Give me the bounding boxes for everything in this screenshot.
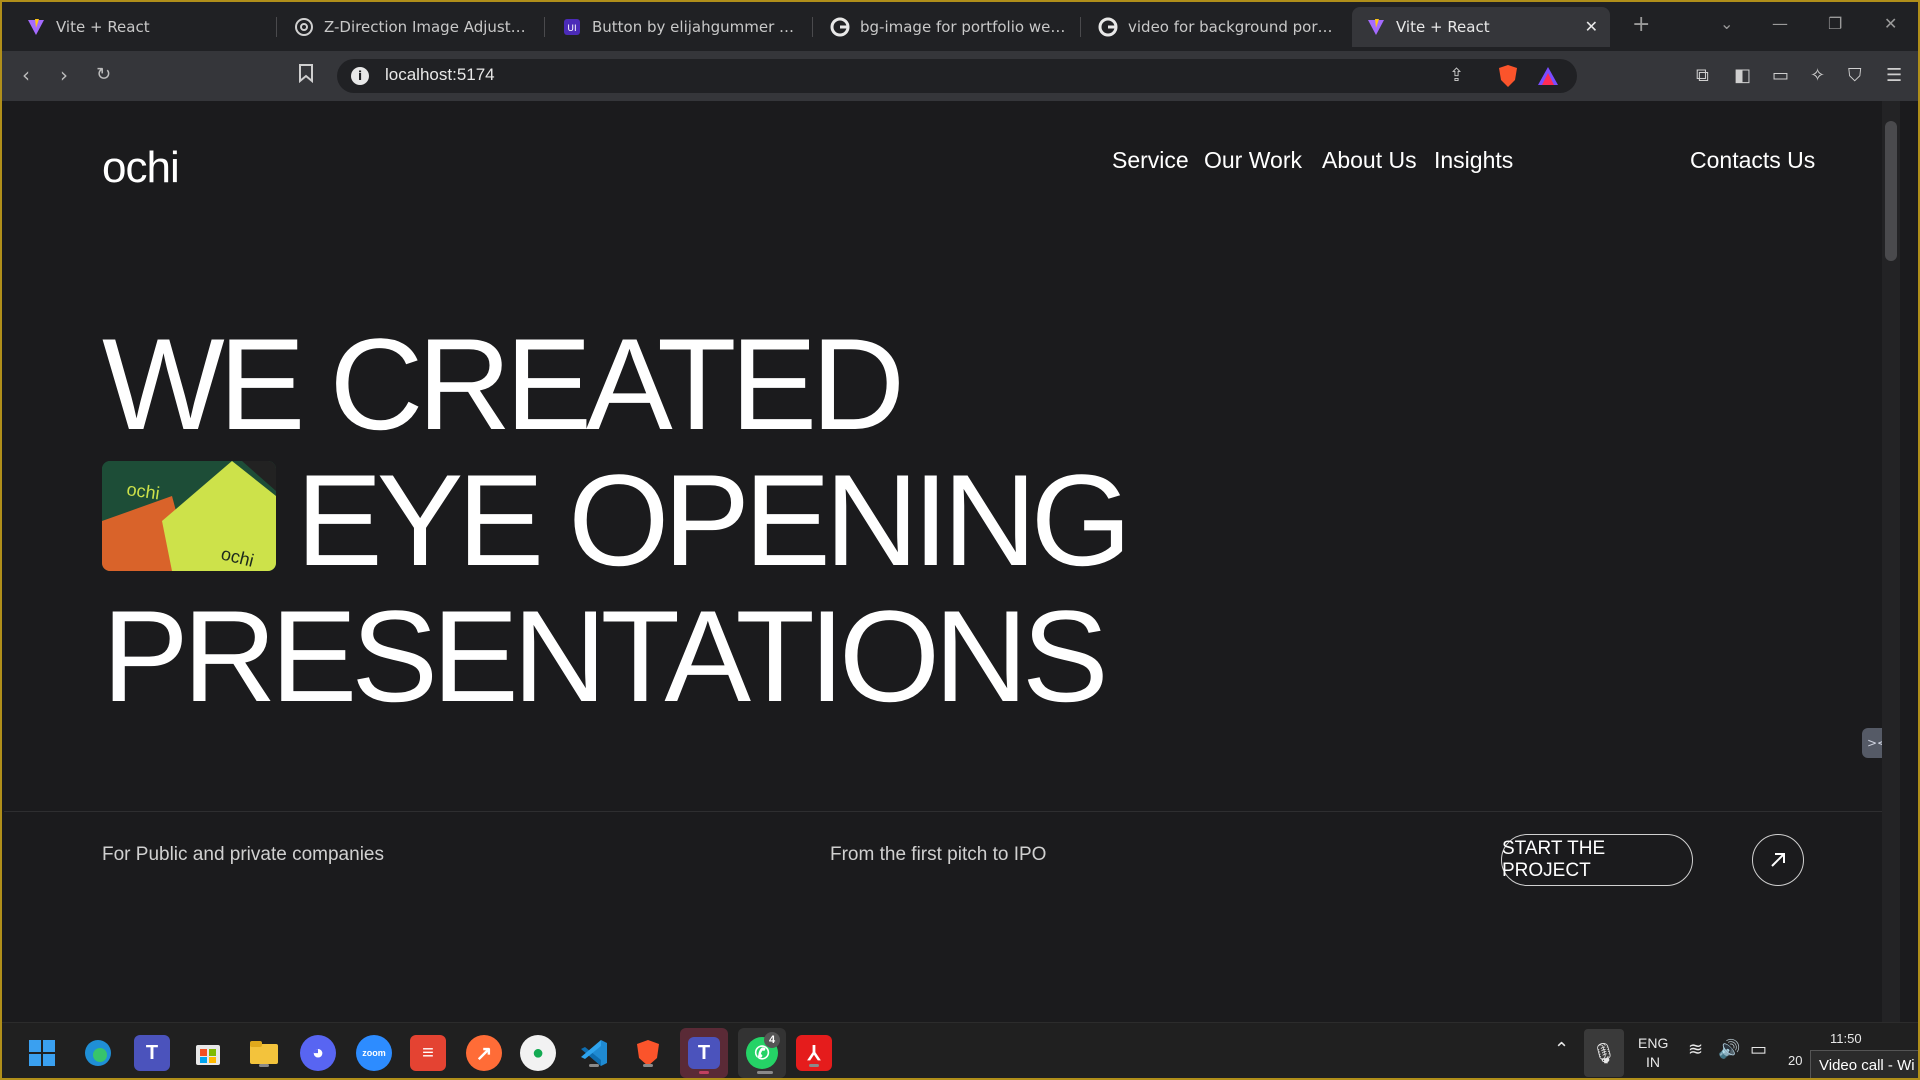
brave-shields-icon[interactable] (1497, 64, 1519, 92)
tab-label: Button by elijahgummer made (592, 18, 799, 36)
tab-button-uiverse[interactable]: UI Button by elijahgummer made (548, 7, 813, 47)
microphone-icon[interactable]: 🎙 (1584, 1029, 1624, 1077)
postman-icon[interactable]: ↗ (466, 1035, 502, 1071)
tab-search-chevron-icon[interactable]: ⌄ (1720, 14, 1733, 33)
language-indicator[interactable]: ENG (1638, 1035, 1668, 1051)
vite-icon (1366, 17, 1386, 37)
running-indicator (643, 1064, 653, 1067)
close-tab-icon[interactable]: ✕ (1585, 17, 1598, 36)
tab-vite-react-active[interactable]: Vite + React ✕ (1352, 7, 1610, 47)
site-info-icon[interactable]: i (351, 67, 369, 85)
acrobat-icon[interactable]: ⅄ (796, 1035, 832, 1071)
section-divider (4, 811, 1900, 812)
hero-line-2: EYE OPENING (296, 447, 1132, 593)
hero-line-1: WE CREATED (102, 311, 905, 457)
openai-icon (294, 17, 314, 37)
nav-contacts-us[interactable]: Contacts Us (1690, 147, 1815, 174)
forward-button[interactable]: › (60, 63, 68, 87)
svg-text:UI: UI (567, 24, 576, 34)
vpn-icon[interactable]: ⛉ (1848, 65, 1862, 86)
file-explorer-icon[interactable] (246, 1035, 282, 1071)
zoom-icon[interactable]: zoom (356, 1035, 392, 1071)
microsoft-store-icon[interactable] (190, 1035, 226, 1071)
battery-icon[interactable]: ▭ (1750, 1039, 1767, 1060)
tab-separator (812, 17, 813, 37)
tab-separator (1080, 17, 1081, 37)
teams-active-icon[interactable]: T (680, 1028, 728, 1078)
nav-about-us[interactable]: About Us (1322, 147, 1417, 174)
share-icon[interactable]: ⇪ (1449, 65, 1464, 86)
leo-ai-icon[interactable]: ✧ (1810, 65, 1825, 86)
tab-label: Vite + React (56, 18, 150, 36)
screen: Vite + React Z-Direction Image Adjustmen… (0, 0, 1920, 1080)
vite-icon (26, 17, 46, 37)
tab-label: bg-image for portfolio website (860, 18, 1067, 36)
uiverse-icon: UI (562, 17, 582, 37)
sidebar-icon[interactable]: ◧ (1734, 65, 1751, 86)
nav-insights[interactable]: Insights (1434, 147, 1513, 174)
volume-icon[interactable]: 🔊 (1718, 1039, 1740, 1060)
browser-tab-strip: Vite + React Z-Direction Image Adjustmen… (2, 2, 1918, 51)
nav-our-work[interactable]: Our Work (1204, 147, 1302, 174)
brave-rewards-icon[interactable] (1537, 65, 1559, 91)
minimize-button[interactable]: — (1772, 14, 1788, 33)
site-logo[interactable]: ochi (102, 143, 180, 193)
region-indicator[interactable]: IN (1646, 1054, 1660, 1070)
hero-line-3: PRESENTATIONS (102, 583, 1109, 729)
start-project-button[interactable]: START THE PROJECT (1501, 834, 1693, 886)
teams-icon[interactable]: T (134, 1035, 170, 1071)
scrollbar-thumb[interactable] (1885, 121, 1897, 261)
windows-start-icon[interactable] (24, 1035, 60, 1071)
running-indicator (259, 1064, 269, 1067)
browser-toolbar: ‹ › ↻ i localhost:5174 ⇪ ⧉ ◧ ▭ ✧ ⛉ ☰ (2, 51, 1918, 101)
nav-service[interactable]: Service (1112, 147, 1189, 174)
video-call-notification[interactable]: Video call - Wi (1810, 1050, 1918, 1078)
running-indicator (809, 1064, 819, 1067)
tab-z-direction[interactable]: Z-Direction Image Adjustment (280, 7, 545, 47)
web-page: ochi Service Our Work About Us Insights … (4, 101, 1900, 1022)
vscode-icon[interactable] (576, 1035, 612, 1071)
reload-button[interactable]: ↻ (96, 63, 111, 87)
brave-browser-icon[interactable] (630, 1035, 666, 1071)
running-indicator (757, 1071, 773, 1074)
wifi-icon[interactable]: ≋ (1688, 1039, 1703, 1060)
tab-separator (544, 17, 545, 37)
edge-icon[interactable] (80, 1035, 116, 1071)
discord-icon[interactable]: ◕ (300, 1035, 336, 1071)
tagline-companies: For Public and private companies (102, 844, 384, 865)
mongodb-compass-icon[interactable]: ● (520, 1035, 556, 1071)
extensions-icon[interactable]: ⧉ (1696, 65, 1709, 86)
tab-label: video for background portfolio (1128, 18, 1335, 36)
hero-thumbnail-image: ochi ochi (102, 461, 276, 571)
whatsapp-icon[interactable]: ✆ 4 (738, 1028, 786, 1078)
google-icon (830, 17, 850, 37)
todoist-icon[interactable]: ≡ (410, 1035, 446, 1071)
close-window-button[interactable]: ✕ (1884, 14, 1897, 33)
tab-video-search[interactable]: video for background portfolio (1084, 7, 1349, 47)
running-indicator (699, 1071, 709, 1074)
windows-taskbar: T ◕ zoom ≡ ↗ ● T ✆ 4 ⅄ ⌃ 🎙 ENG IN ≋ 🔊 ▭ … (2, 1022, 1918, 1078)
show-hidden-icons-chevron[interactable]: ⌃ (1554, 1039, 1569, 1060)
clock-time[interactable]: 11:50 (1830, 1031, 1862, 1046)
running-indicator (589, 1064, 599, 1067)
back-button[interactable]: ‹ (22, 63, 30, 87)
tab-bg-image-search[interactable]: bg-image for portfolio website (816, 7, 1081, 47)
tab-separator (276, 17, 277, 37)
bookmark-icon[interactable] (298, 63, 314, 90)
new-tab-button[interactable]: + (1632, 12, 1650, 37)
tab-label: Z-Direction Image Adjustment (324, 18, 531, 36)
whatsapp-badge: 4 (764, 1032, 780, 1048)
tab-label: Vite + React (1396, 18, 1490, 36)
tab-vite-react-1[interactable]: Vite + React (12, 7, 277, 47)
url-text[interactable]: localhost:5174 (385, 65, 495, 85)
menu-icon[interactable]: ☰ (1886, 65, 1902, 86)
page-scrollbar[interactable] (1882, 101, 1900, 1022)
clock-date[interactable]: 20 (1788, 1053, 1802, 1068)
wallet-icon[interactable]: ▭ (1772, 65, 1789, 86)
google-icon (1098, 17, 1118, 37)
arrow-up-right-icon[interactable] (1752, 834, 1804, 886)
tagline-pitch: From the first pitch to IPO (830, 844, 1047, 865)
restore-button[interactable]: ❐ (1828, 14, 1842, 33)
address-bar[interactable]: i localhost:5174 ⇪ (337, 59, 1577, 93)
